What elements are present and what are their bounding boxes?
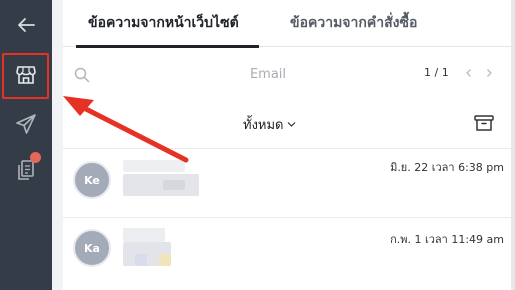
search-icon xyxy=(74,67,90,83)
paper-plane-icon xyxy=(16,114,36,134)
tab-bar: ข้อความจากหน้าเว็บไซต์ ข้อความจากคำสั่งซ… xyxy=(63,0,515,48)
filter-dropdown[interactable]: ทั้งหมด xyxy=(243,114,296,135)
next-page-button[interactable] xyxy=(483,66,495,80)
active-tab-indicator xyxy=(76,45,259,48)
archive-button[interactable] xyxy=(473,112,495,134)
chevron-left-icon xyxy=(466,69,471,77)
storefront-icon xyxy=(16,66,36,84)
tab-website-messages[interactable]: ข้อความจากหน้าเว็บไซต์ xyxy=(88,12,239,34)
store-messages-button[interactable] xyxy=(0,52,52,98)
back-button[interactable] xyxy=(0,8,52,42)
chevron-down-icon xyxy=(287,122,295,127)
messages-panel: ข้อความจากหน้าเว็บไซต์ ข้อความจากคำสั่งซ… xyxy=(63,0,515,290)
previous-page-button[interactable] xyxy=(463,66,475,80)
redacted-preview xyxy=(123,174,199,196)
conversation-item[interactable]: Ke มิ.ย. 22 เวลา 6:38 pm xyxy=(63,149,515,217)
conversation-time: ก.พ. 1 เวลา 11:49 am xyxy=(390,233,504,246)
filter-row: ทั้งหมด xyxy=(63,108,515,142)
conversation-time: มิ.ย. 22 เวลา 6:38 pm xyxy=(390,161,504,174)
search-bar: 1 / 1 xyxy=(63,58,515,90)
chevron-right-icon xyxy=(487,69,492,77)
search-input[interactable] xyxy=(173,62,363,86)
redacted-name xyxy=(123,228,165,242)
pagination-text: 1 / 1 xyxy=(424,66,449,79)
redacted-preview xyxy=(163,180,185,190)
scrollbar-track[interactable] xyxy=(511,0,515,290)
notification-badge xyxy=(30,152,41,163)
send-button[interactable] xyxy=(0,104,52,144)
main-area: ข้อความจากหน้าเว็บไซต์ ข้อความจากคำสั่งซ… xyxy=(52,0,515,290)
filter-label: ทั้งหมด xyxy=(243,118,284,133)
notes-button[interactable] xyxy=(0,150,52,190)
avatar: Ke xyxy=(73,161,111,199)
archive-icon xyxy=(474,115,494,131)
redacted-preview xyxy=(159,254,171,266)
avatar: Ka xyxy=(73,229,111,267)
conversation-item[interactable]: Ka ก.พ. 1 เวลา 11:49 am xyxy=(63,218,515,286)
sidebar xyxy=(0,0,52,290)
redacted-name xyxy=(123,160,185,172)
back-arrow-icon xyxy=(18,18,35,32)
redacted-preview xyxy=(135,254,147,266)
tab-order-messages[interactable]: ข้อความจากคำสั่งซื้อ xyxy=(290,12,417,34)
